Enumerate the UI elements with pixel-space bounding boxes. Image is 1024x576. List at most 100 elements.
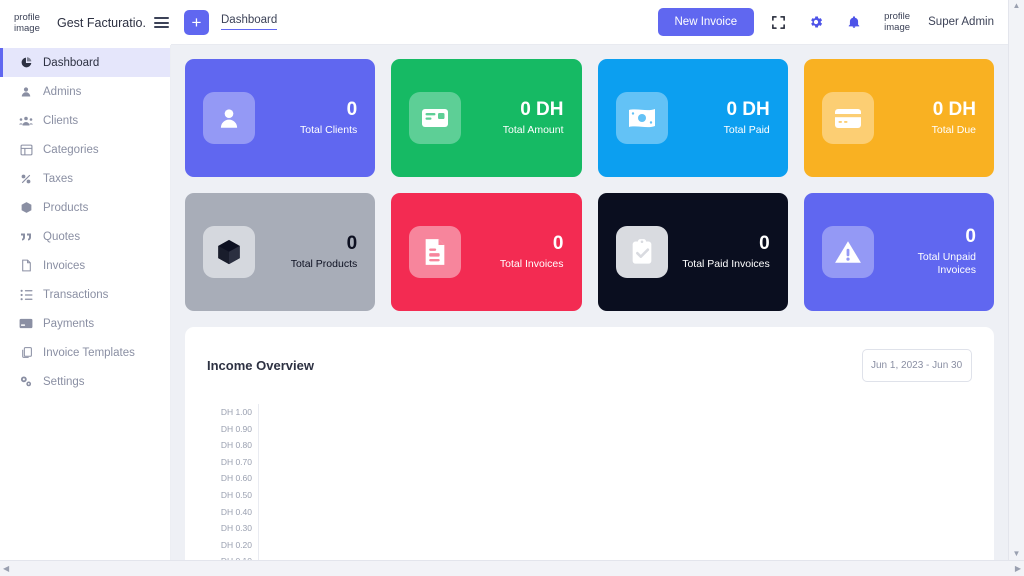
stat-card-total-amount[interactable]: 0 DH Total Amount — [391, 59, 582, 177]
add-tab-button[interactable]: + — [184, 9, 209, 35]
stat-card-text: 0 Total Paid Invoices — [678, 233, 770, 271]
stat-card-text: 0 Total Unpaid Invoices — [884, 226, 976, 277]
sidebar-item-transactions[interactable]: Transactions — [0, 280, 170, 309]
app-window: profile image Gest Facturatio... + Dashb… — [0, 0, 1024, 576]
tab-dashboard[interactable]: Dashboard — [221, 14, 278, 30]
scroll-down-arrow-icon[interactable]: ▼ — [1013, 550, 1021, 558]
cube-icon — [203, 226, 255, 278]
box-icon — [19, 201, 33, 214]
sidebar-item-label: Invoice Templates — [43, 346, 135, 359]
sidebar-item-taxes[interactable]: Taxes — [0, 164, 170, 193]
scroll-up-arrow-icon[interactable]: ▲ — [1013, 2, 1021, 10]
y-axis-tick: DH 0.70 — [220, 456, 252, 467]
stat-card-total-due[interactable]: 0 DH Total Due — [803, 59, 994, 177]
body-row: Dashboard Admins Clients Categories Taxe… — [0, 45, 1008, 576]
sidebar-item-clients[interactable]: Clients — [0, 106, 170, 135]
top-bar-controls: + Dashboard New Invoice profile image Su… — [171, 0, 1008, 45]
sidebar-item-settings[interactable]: Settings — [0, 367, 170, 396]
sidebar-item-label: Invoices — [43, 259, 86, 272]
y-axis-tick: DH 0.50 — [220, 489, 252, 500]
list-icon — [19, 289, 33, 301]
stat-card-value: 0 DH — [520, 99, 564, 121]
user-menu[interactable]: profile image Super Admin — [884, 11, 994, 33]
hamburger-icon[interactable] — [154, 17, 169, 28]
brand-title: Gest Facturatio... — [57, 15, 145, 30]
main-content: 0 Total Clients 0 DH Total Amount 0 DH T… — [171, 45, 1008, 576]
stat-card-total-products[interactable]: 0 Total Products — [185, 193, 376, 311]
stat-card-label: Total Unpaid Invoices — [917, 251, 976, 277]
gear-icon[interactable] — [802, 8, 830, 36]
sidebar-item-invoices[interactable]: Invoices — [0, 251, 170, 280]
stat-card-value: 0 — [552, 233, 564, 255]
sidebar-item-products[interactable]: Products — [0, 193, 170, 222]
scroll-right-arrow-icon[interactable]: ▶ — [1015, 564, 1021, 573]
user-name: Super Admin — [928, 16, 994, 28]
percent-icon — [19, 173, 33, 185]
stat-card-label: Total Amount — [502, 123, 564, 136]
sidebar: Dashboard Admins Clients Categories Taxe… — [0, 45, 171, 576]
stat-card-label: Total Clients — [300, 123, 358, 136]
stat-card-label: Total Invoices — [499, 257, 564, 270]
sidebar-item-payments[interactable]: Payments — [0, 309, 170, 338]
y-axis-tick: DH 0.90 — [220, 423, 252, 434]
document-icon — [19, 259, 33, 272]
user-icon — [19, 86, 33, 98]
sidebar-item-label: Clients — [43, 114, 79, 127]
scroll-left-arrow-icon[interactable]: ◀ — [3, 564, 9, 573]
credit-card-icon — [821, 92, 874, 144]
stat-card-label: Total Paid — [723, 123, 770, 136]
sidebar-item-dashboard[interactable]: Dashboard — [0, 48, 170, 77]
gears-icon — [19, 375, 33, 388]
stat-card-text: 0 DH Total Amount — [471, 99, 564, 137]
stat-card-label: Total Products — [290, 257, 358, 270]
stat-card-text: 0 Total Clients — [265, 99, 357, 137]
income-panel-header: Income Overview — [207, 349, 972, 382]
grid-icon — [19, 144, 33, 156]
date-range-input[interactable] — [862, 349, 972, 382]
fullscreen-icon[interactable] — [764, 8, 792, 36]
stat-card-text: 0 DH Total Paid — [678, 99, 770, 137]
stat-card-value: 0 DH — [932, 99, 976, 121]
warning-icon — [821, 226, 874, 278]
sidebar-item-quotes[interactable]: Quotes — [0, 222, 170, 251]
y-axis-tick: DH 0.40 — [220, 506, 252, 517]
stat-card-total-unpaid-invoices[interactable]: 0 Total Unpaid Invoices — [803, 193, 994, 311]
sidebar-item-label: Payments — [43, 317, 95, 330]
clipboard-check-icon — [615, 226, 668, 278]
income-panel-title: Income Overview — [207, 358, 314, 373]
quote-icon — [19, 232, 33, 242]
stat-card-total-paid-invoices[interactable]: 0 Total Paid Invoices — [597, 193, 788, 311]
brand-area: profile image Gest Facturatio... — [0, 0, 171, 45]
new-invoice-button[interactable]: New Invoice — [657, 8, 755, 36]
horizontal-scrollbar[interactable]: ◀ ▶ — [0, 560, 1024, 576]
y-axis-tick: DH 0.30 — [220, 523, 252, 534]
chart-y-axis: DH 1.00 DH 0.90 DH 0.80 DH 0.70 DH 0.60 … — [207, 404, 259, 576]
card-icon — [19, 318, 33, 329]
vertical-scrollbar[interactable]: ▲ ▼ — [1008, 0, 1024, 560]
avatar-broken-image: profile image — [884, 11, 911, 33]
sidebar-item-admins[interactable]: Admins — [0, 77, 170, 106]
stat-card-text: 0 Total Invoices — [471, 233, 564, 271]
bell-icon[interactable] — [840, 8, 868, 36]
stat-card-label: Total Due — [931, 123, 976, 136]
invoice-icon — [409, 226, 462, 278]
stat-card-value: 0 — [759, 233, 770, 255]
y-axis-tick: DH 0.80 — [220, 440, 252, 451]
y-axis-tick: DH 0.20 — [220, 539, 252, 550]
person-icon — [203, 92, 255, 144]
copy-icon — [19, 346, 33, 359]
stat-card-value: 0 DH — [726, 99, 770, 121]
stat-card-total-paid[interactable]: 0 DH Total Paid — [597, 59, 788, 177]
top-bar: profile image Gest Facturatio... + Dashb… — [0, 0, 1008, 45]
sidebar-item-label: Settings — [43, 375, 85, 388]
brand-logo-broken-image: profile image — [14, 11, 40, 34]
banknote-icon — [615, 92, 668, 144]
sidebar-item-invoice-templates[interactable]: Invoice Templates — [0, 338, 170, 367]
sidebar-item-label: Taxes — [43, 172, 74, 185]
stat-card-total-invoices[interactable]: 0 Total Invoices — [391, 193, 582, 311]
stat-card-value: 0 — [346, 233, 358, 255]
sidebar-item-categories[interactable]: Categories — [0, 135, 170, 164]
stat-cards-grid: 0 Total Clients 0 DH Total Amount 0 DH T… — [185, 59, 994, 311]
stat-card-total-clients[interactable]: 0 Total Clients — [185, 59, 376, 177]
stat-card-label: Total Paid Invoices — [682, 257, 770, 270]
